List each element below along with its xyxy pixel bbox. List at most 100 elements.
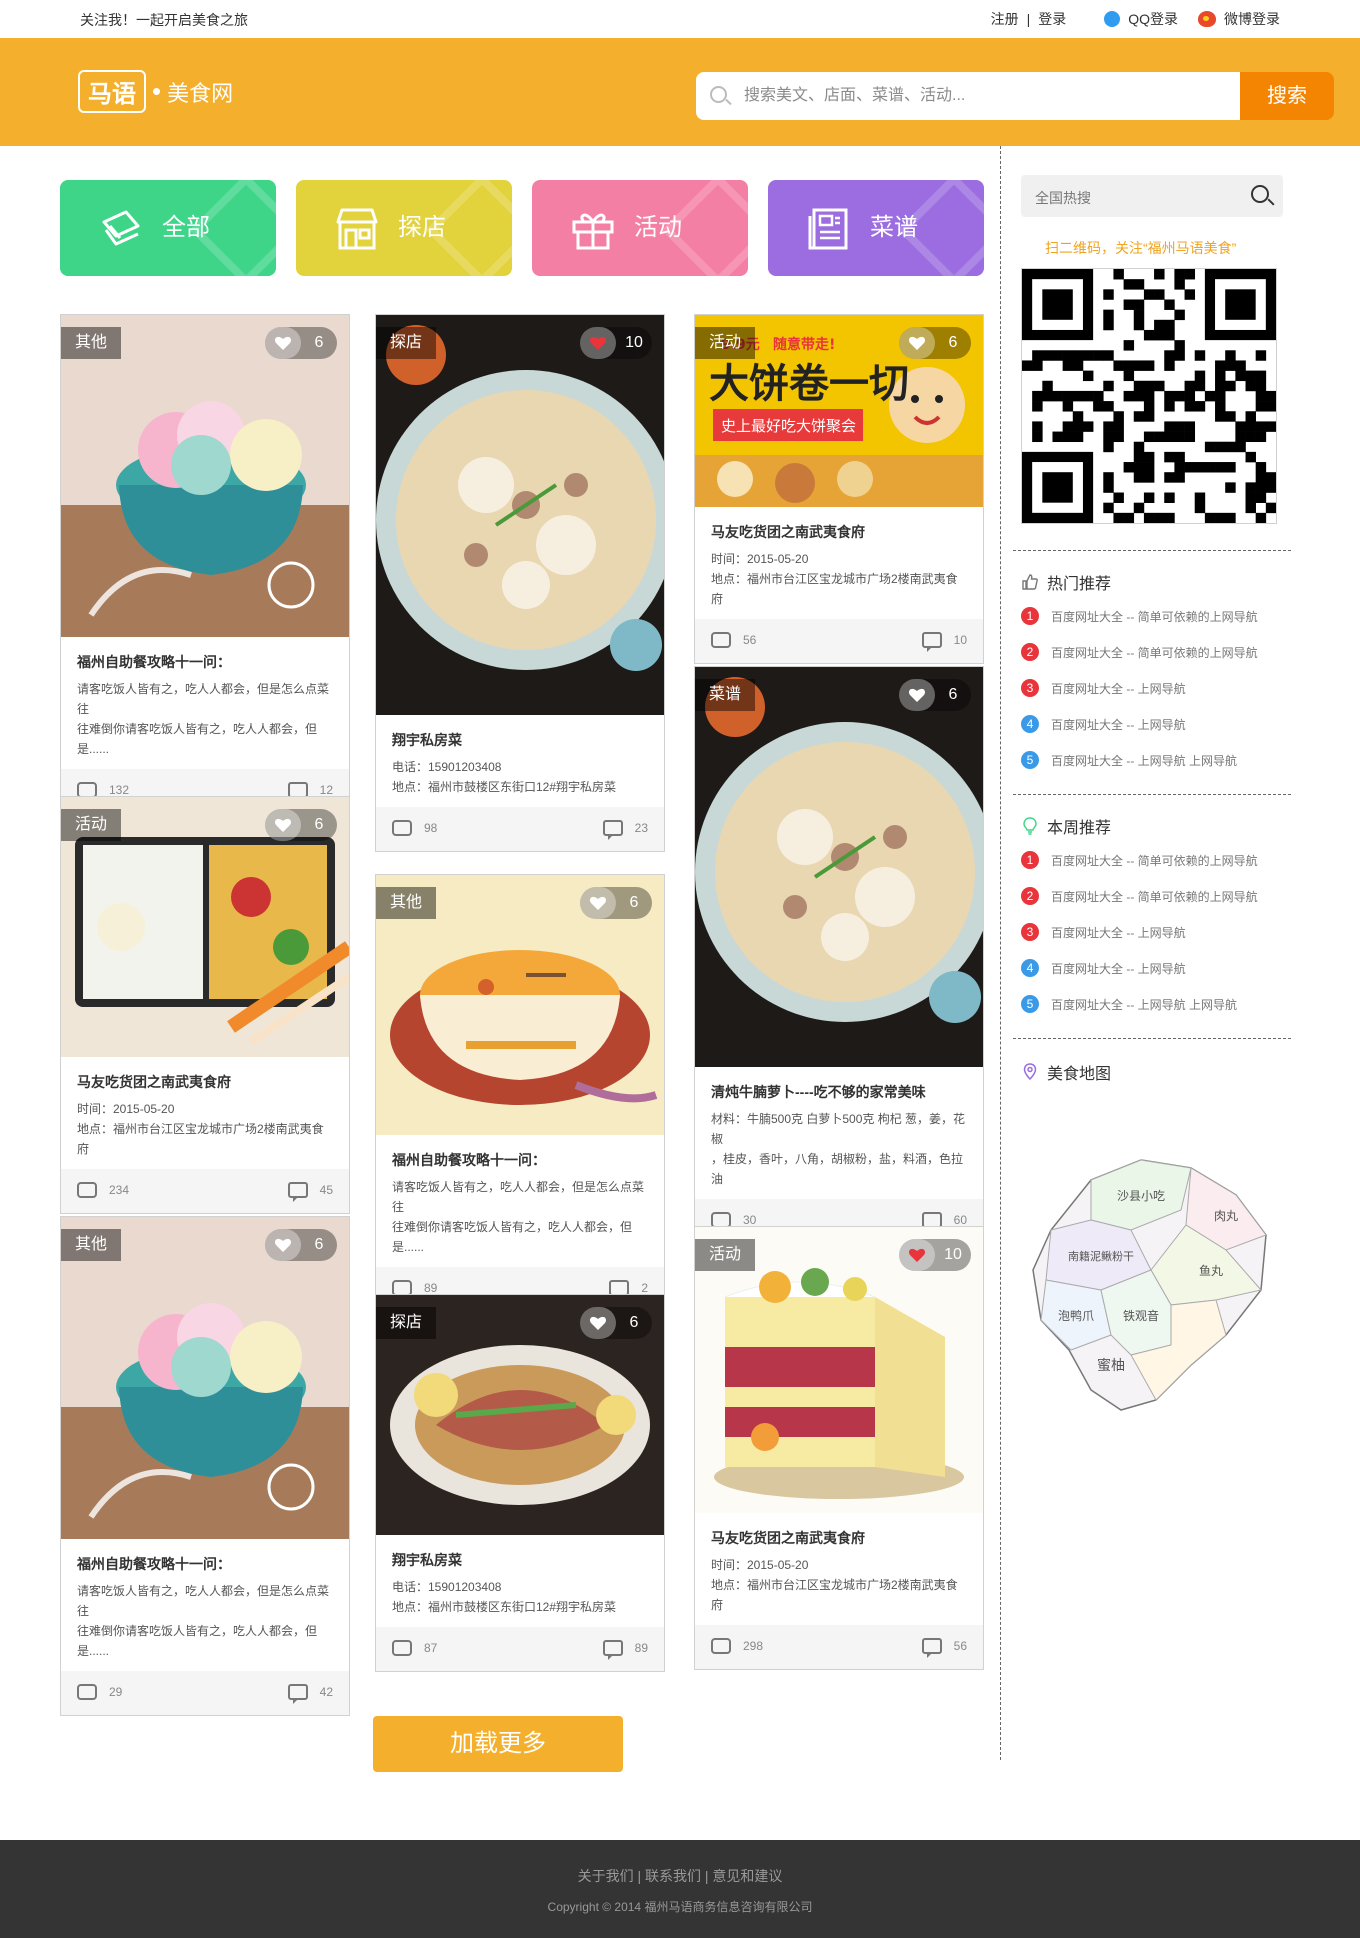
like-button[interactable] xyxy=(580,327,616,359)
like-counter[interactable]: 6 xyxy=(899,327,971,359)
search-button[interactable]: 搜索 xyxy=(1240,72,1334,120)
food-card[interactable]: 其他 6 福州自助餐攻略十一问： 请客吃饭人皆有之，吃人人都会，但是怎么点菜往 往难倒你… xyxy=(375,874,665,1312)
card-image[interactable]: 其他 6 xyxy=(61,315,349,637)
like-counter[interactable]: 10 xyxy=(899,1239,971,1271)
comment-count-group[interactable]: 89 xyxy=(602,1640,648,1660)
like-counter[interactable]: 6 xyxy=(580,1307,652,1339)
comment-count-group[interactable]: 23 xyxy=(602,820,648,840)
like-counter[interactable]: 6 xyxy=(580,887,652,919)
card-title[interactable]: 福州自助餐攻略十一问： xyxy=(77,651,333,673)
like-button[interactable] xyxy=(265,327,301,359)
card-image[interactable]: 其他 6 xyxy=(376,875,664,1135)
like-counter[interactable]: 6 xyxy=(899,679,971,711)
category-explore-store[interactable]: 探店 xyxy=(296,180,512,276)
map-region-label[interactable]: 肉丸 xyxy=(1214,1209,1238,1223)
rank-item[interactable]: 2 百度网址大全 -- 简单可依赖的上网导航 xyxy=(1021,878,1283,914)
comment-count-group[interactable]: 45 xyxy=(287,1182,333,1202)
login-link[interactable]: 登录 xyxy=(1038,9,1066,29)
like-button[interactable] xyxy=(265,809,301,841)
map-region-label[interactable]: 鱼丸 xyxy=(1199,1264,1223,1278)
card-title[interactable]: 马友吃货团之南武夷食府 xyxy=(711,1527,967,1549)
rank-item[interactable]: 4 百度网址大全 -- 上网导航 xyxy=(1021,706,1283,742)
comment-icon[interactable] xyxy=(287,1684,308,1704)
site-logo[interactable]: 马语 • 美食网 xyxy=(78,70,233,113)
comment-icon[interactable] xyxy=(602,1640,623,1660)
card-image[interactable]: 其他 6 xyxy=(61,1217,349,1539)
food-card[interactable]: 其他 6 福州自助餐攻略十一问： 请客吃饭人皆有之，吃人人都会，但是怎么点菜往 往难倒你… xyxy=(60,314,350,814)
heart-icon[interactable] xyxy=(589,1315,607,1331)
like-button[interactable] xyxy=(580,1307,616,1339)
rank-item[interactable]: 3 百度网址大全 -- 上网导航 xyxy=(1021,670,1283,706)
category-all[interactable]: 全部 xyxy=(60,180,276,276)
like-counter[interactable]: 6 xyxy=(265,809,337,841)
heart-icon[interactable] xyxy=(589,335,607,351)
weibo-icon[interactable] xyxy=(1198,11,1216,27)
card-title[interactable]: 福州自助餐攻略十一问： xyxy=(77,1553,333,1575)
food-card[interactable]: 探店 6 翔宇私房菜 电话：15901203408 地点：福州市鼓楼区东街口12#翔宇私… xyxy=(375,1294,665,1672)
like-button[interactable] xyxy=(580,887,616,919)
like-counter[interactable]: 6 xyxy=(265,327,337,359)
card-image[interactable]: 9.9元 随意带走! 大饼卷一切 史上最好吃大饼聚会 活动 6 xyxy=(695,315,983,507)
rank-item[interactable]: 1 百度网址大全 -- 简单可依赖的上网导航 xyxy=(1021,598,1283,634)
comment-count-group[interactable]: 10 xyxy=(921,632,967,652)
qq-icon[interactable] xyxy=(1104,11,1121,27)
comment-icon[interactable] xyxy=(921,632,942,652)
map-region-label[interactable]: 泡鸭爪 xyxy=(1058,1309,1094,1323)
rank-item[interactable]: 5 百度网址大全 -- 上网导航 上网导航 xyxy=(1021,986,1283,1022)
food-map[interactable]: 沙县小吃 肉丸 南籍泥鳅粉干 鱼丸 泡鸭爪 铁观音 蜜柚 xyxy=(1021,1140,1283,1460)
heart-icon[interactable] xyxy=(908,687,926,703)
search-icon[interactable] xyxy=(1251,185,1269,203)
food-card[interactable]: 9.9元 随意带走! 大饼卷一切 史上最好吃大饼聚会 活动 6 马友吃货团之南武夷食府… xyxy=(694,314,984,664)
heart-icon[interactable] xyxy=(274,1237,292,1253)
search-input[interactable] xyxy=(744,84,1214,108)
card-image[interactable]: 活动 6 xyxy=(61,797,349,1057)
register-link[interactable]: 注册 xyxy=(991,9,1019,29)
category-events[interactable]: 活动 xyxy=(532,180,748,276)
heart-icon[interactable] xyxy=(908,335,926,351)
comment-count-group[interactable]: 56 xyxy=(921,1638,967,1658)
food-card[interactable]: 菜谱 6 清炖牛腩萝卜----吃不够的家常美味 材料：牛腩500克 白萝卜500克 枸… xyxy=(694,666,984,1244)
like-button[interactable] xyxy=(899,1239,935,1271)
card-title[interactable]: 翔宇私房菜 xyxy=(392,729,648,751)
rank-item[interactable]: 2 百度网址大全 -- 简单可依赖的上网导航 xyxy=(1021,634,1283,670)
comment-icon[interactable] xyxy=(921,1638,942,1658)
hot-search-box[interactable]: 全国热搜 xyxy=(1021,175,1283,217)
card-image[interactable]: 探店 10 xyxy=(376,315,664,715)
food-card[interactable]: 活动 6 马友吃货团之南武夷食府 时间：2015-05-20 地点：福州市台江区宝龙城市… xyxy=(60,796,350,1214)
card-title[interactable]: 福州自助餐攻略十一问： xyxy=(392,1149,648,1171)
card-title[interactable]: 马友吃货团之南武夷食府 xyxy=(711,521,967,543)
like-counter[interactable]: 10 xyxy=(580,327,652,359)
category-recipes[interactable]: 菜谱 xyxy=(768,180,984,276)
comment-icon[interactable] xyxy=(602,820,623,840)
rank-item[interactable]: 3 百度网址大全 -- 上网导航 xyxy=(1021,914,1283,950)
heart-icon[interactable] xyxy=(589,895,607,911)
rank-item[interactable]: 4 百度网址大全 -- 上网导航 xyxy=(1021,950,1283,986)
like-button[interactable] xyxy=(899,327,935,359)
card-image[interactable]: 探店 6 xyxy=(376,1295,664,1535)
card-title[interactable]: 翔宇私房菜 xyxy=(392,1549,648,1571)
heart-icon[interactable] xyxy=(274,817,292,833)
load-more-button[interactable]: 加载更多 xyxy=(373,1716,623,1772)
like-button[interactable] xyxy=(265,1229,301,1261)
weibo-login-link[interactable]: 微博登录 xyxy=(1224,9,1280,29)
like-button[interactable] xyxy=(899,679,935,711)
rank-item[interactable]: 1 百度网址大全 -- 简单可依赖的上网导航 xyxy=(1021,842,1283,878)
comment-count-group[interactable]: 42 xyxy=(287,1684,333,1704)
map-region-label[interactable]: 南籍泥鳅粉干 xyxy=(1068,1249,1134,1263)
map-region-label[interactable]: 蜜柚 xyxy=(1097,1358,1125,1374)
food-card[interactable]: 活动 10 马友吃货团之南武夷食府 时间：2015-05-20 地点：福州市台江区宝龙城… xyxy=(694,1226,984,1670)
about-us-link[interactable]: 关于我们 xyxy=(578,1868,634,1884)
feedback-link[interactable]: 意见和建议 xyxy=(712,1868,782,1884)
card-title[interactable]: 马友吃货团之南武夷食府 xyxy=(77,1071,333,1093)
map-region-label[interactable]: 铁观音 xyxy=(1123,1308,1159,1323)
food-card[interactable]: 其他 6 福州自助餐攻略十一问： 请客吃饭人皆有之，吃人人都会，但是怎么点菜往 往难倒你… xyxy=(60,1216,350,1716)
rank-item[interactable]: 5 百度网址大全 -- 上网导航 上网导航 xyxy=(1021,742,1283,778)
contact-us-link[interactable]: 联系我们 xyxy=(645,1868,701,1884)
qq-login-link[interactable]: QQ登录 xyxy=(1128,9,1178,29)
card-title[interactable]: 清炖牛腩萝卜----吃不够的家常美味 xyxy=(711,1081,967,1103)
heart-icon[interactable] xyxy=(274,335,292,351)
heart-icon[interactable] xyxy=(908,1247,926,1263)
comment-icon[interactable] xyxy=(287,1182,308,1202)
like-counter[interactable]: 6 xyxy=(265,1229,337,1261)
food-card[interactable]: 探店 10 翔宇私房菜 电话：15901203408 地点：福州市鼓楼区东街口12#翔宇… xyxy=(375,314,665,852)
